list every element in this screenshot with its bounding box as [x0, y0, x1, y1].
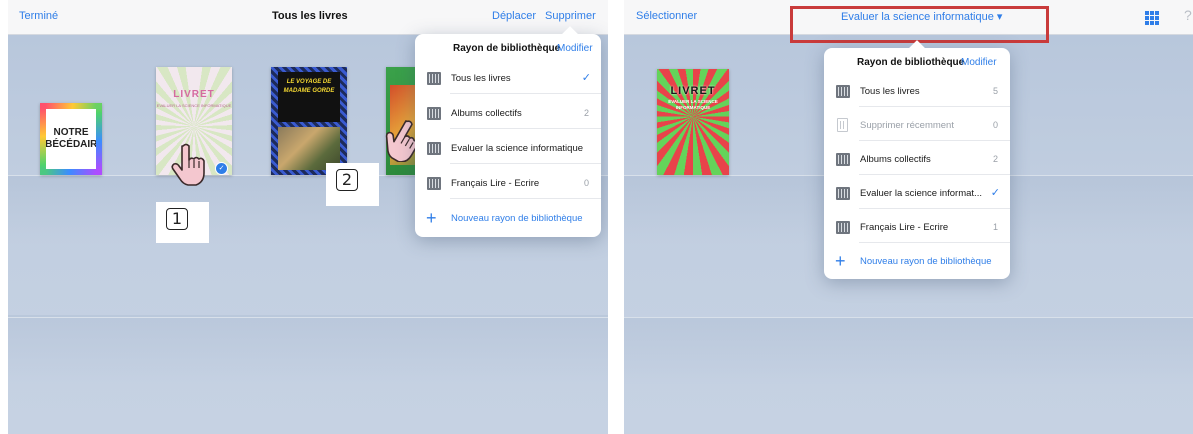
edit-button[interactable]: Modifier	[961, 57, 997, 68]
row-separator	[859, 174, 1010, 175]
row-separator	[859, 140, 1010, 141]
shelf-item-supprimer-recemment[interactable]: Supprimer récemment 0	[824, 111, 1010, 141]
shelf-icon	[836, 85, 850, 98]
shelf-count: 0	[583, 178, 589, 188]
step-marker-1: 1	[156, 202, 209, 243]
edit-button[interactable]: Modifier	[557, 43, 593, 54]
shelf-item-tous-les-livres[interactable]: Tous les livres ✓	[415, 64, 601, 94]
row-separator	[859, 208, 1010, 209]
row-separator	[450, 163, 601, 164]
page-title: Tous les livres	[272, 10, 348, 22]
book-title: NOTRE ABÉCÉDAIRE	[40, 127, 102, 150]
book-title: LE VOYAGE DE MADAME GORDE	[278, 72, 340, 122]
step-marker-2: 2	[326, 163, 379, 206]
left-screen: Terminé Tous les livres Déplacer Supprim…	[8, 0, 608, 434]
shelf-icon	[836, 221, 850, 234]
shelf-item-evaluer[interactable]: Evaluer la science informat... ✓	[824, 179, 1010, 209]
row-separator	[450, 198, 601, 199]
shelf-divider	[8, 317, 608, 318]
row-separator	[450, 93, 601, 94]
row-separator	[859, 106, 1010, 107]
shelf-count: 2	[992, 154, 998, 164]
right-screen: Sélectionner Evaluer la science informat…	[624, 0, 1193, 434]
plus-icon: +	[835, 251, 846, 271]
selected-check-icon: ✓	[215, 162, 228, 175]
shelf-item-francais[interactable]: Français Lire - Ecrire 0	[415, 169, 601, 199]
shelf-shadow	[624, 317, 1193, 387]
shelf-shadow	[8, 315, 608, 385]
popover-header: Rayon de bibliothèque Modifier	[824, 48, 1010, 78]
shelf-item-albums-collectifs[interactable]: Albums collectifs 2	[415, 99, 601, 129]
shelf-icon	[427, 142, 441, 155]
shelf-icon	[427, 107, 441, 120]
new-shelf-button[interactable]: + Nouveau rayon de bibliothèque	[415, 204, 601, 234]
checkmark-icon: ✓	[990, 187, 1000, 199]
shelf-count: 1	[992, 222, 998, 232]
shelf-item-evaluer[interactable]: Evaluer la science informatique	[415, 134, 601, 164]
row-separator	[450, 128, 601, 129]
shelf-icon	[836, 187, 850, 200]
shelf-count: 0	[992, 120, 998, 130]
shelf-divider	[624, 317, 1193, 318]
book-le-voyage[interactable]: LE VOYAGE DE MADAME GORDE	[271, 67, 347, 175]
highlight-box	[790, 6, 1049, 43]
popover-header: Rayon de bibliothèque Modifier	[415, 34, 601, 64]
row-separator	[859, 242, 1010, 243]
book-subtitle: EVALUER LA SCIENCE INFORMATIQUE	[156, 103, 232, 108]
shelf-item-albums-collectifs[interactable]: Albums collectifs 2	[824, 145, 1010, 175]
popover-title: Rayon de bibliothèque	[453, 43, 561, 54]
shelf-count: 5	[992, 86, 998, 96]
help-icon[interactable]: ?	[1184, 7, 1192, 23]
shelf-icon	[427, 177, 441, 190]
trash-icon	[837, 118, 848, 132]
move-button[interactable]: Déplacer	[492, 10, 536, 22]
grid-view-icon[interactable]	[1145, 11, 1159, 25]
shelf-popover: Rayon de bibliothèque Modifier Tous les …	[415, 26, 601, 237]
book-notre-abecedaire[interactable]: NOTRE ABÉCÉDAIRE	[40, 103, 102, 175]
shelf-item-tous-les-livres[interactable]: Tous les livres 5	[824, 77, 1010, 107]
shelf-popover: Rayon de bibliothèque Modifier Tous les …	[824, 40, 1010, 279]
shelf-icon	[836, 153, 850, 166]
book-title: LIVRET	[173, 89, 215, 100]
book-subtitle: ÉVALUER LA SCIENCE INFORMATIQUE	[668, 99, 718, 110]
popover-title: Rayon de bibliothèque	[857, 57, 965, 68]
checkmark-icon: ✓	[581, 72, 591, 84]
book-title: LIVRET	[670, 85, 716, 97]
plus-icon: +	[426, 208, 437, 228]
top-bar: Terminé Tous les livres Déplacer Supprim…	[8, 0, 608, 35]
book-livret[interactable]: LIVRET ÉVALUER LA SCIENCE INFORMATIQUE	[657, 69, 729, 175]
done-button[interactable]: Terminé	[19, 10, 58, 22]
new-shelf-button[interactable]: + Nouveau rayon de bibliothèque	[824, 247, 1010, 277]
shelf-icon	[427, 72, 441, 85]
hand-pointer-icon	[171, 143, 205, 186]
shelf-count: 2	[583, 108, 589, 118]
shelf-item-francais[interactable]: Français Lire - Ecrire 1	[824, 213, 1010, 243]
delete-button[interactable]: Supprimer	[545, 10, 596, 22]
select-button[interactable]: Sélectionner	[636, 10, 697, 22]
